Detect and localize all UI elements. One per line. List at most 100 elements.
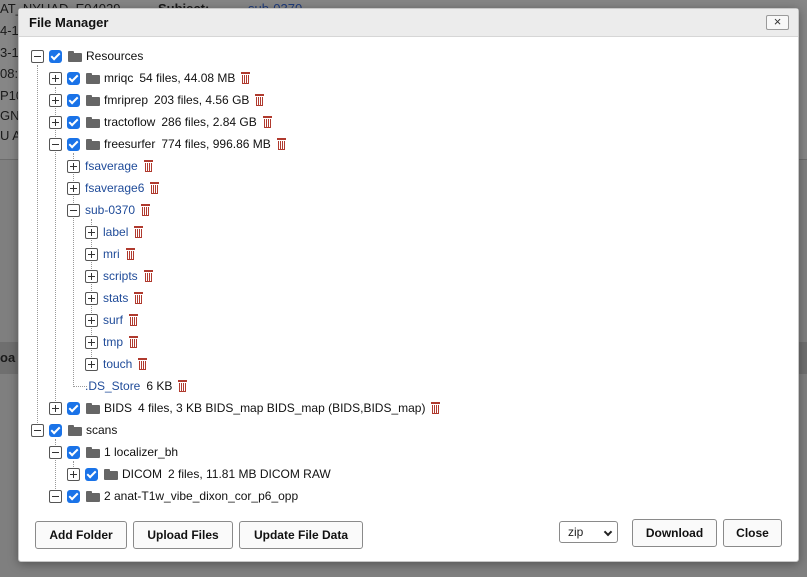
background-bar-text: oa xyxy=(0,350,16,365)
scans-checkbox[interactable] xyxy=(49,423,62,437)
node-label: 2 anat-T1w_vibe_dixon_cor_p6_opp xyxy=(104,489,299,503)
node-link[interactable]: stats xyxy=(103,291,128,305)
format-select-value: zip xyxy=(568,525,584,539)
expand-icon[interactable] xyxy=(49,401,62,415)
collapse-icon[interactable] xyxy=(49,137,62,151)
fmriprep-checkbox[interactable] xyxy=(67,93,80,107)
background-line: 3-1 xyxy=(0,45,19,60)
node-link[interactable]: touch xyxy=(103,357,132,371)
trash-icon[interactable] xyxy=(140,204,151,216)
expand-icon[interactable] xyxy=(85,291,98,305)
node-label: 1 localizer_bh xyxy=(104,445,179,459)
node-meta: 286 files, 2.84 GB xyxy=(161,115,257,129)
node-link[interactable]: surf xyxy=(103,313,123,327)
scan-2-checkbox[interactable] xyxy=(67,489,80,503)
tree-node-label: label xyxy=(85,223,144,241)
expand-icon[interactable] xyxy=(67,181,80,195)
trash-icon[interactable] xyxy=(254,94,265,106)
trash-icon[interactable] xyxy=(430,402,441,414)
file-manager-dialog: File Manager × Resources mriqc 54 files,… xyxy=(18,8,799,562)
upload-files-button[interactable]: Upload Files xyxy=(133,521,233,549)
folder-icon xyxy=(86,402,100,414)
node-link[interactable]: scripts xyxy=(103,269,138,283)
expand-icon[interactable] xyxy=(85,247,98,261)
trash-icon[interactable] xyxy=(133,226,144,238)
file-link[interactable]: .DS_Store xyxy=(85,379,140,393)
folder-icon xyxy=(86,446,100,458)
node-label: fmriprep xyxy=(104,93,149,107)
tree-node-tmp: tmp xyxy=(85,333,139,351)
add-folder-button[interactable]: Add Folder xyxy=(35,521,127,549)
expand-icon[interactable] xyxy=(49,71,62,85)
node-link[interactable]: fsaverage xyxy=(85,159,138,173)
node-label: freesurfer xyxy=(104,137,156,151)
expand-icon[interactable] xyxy=(85,357,98,371)
freesurfer-checkbox[interactable] xyxy=(67,137,80,151)
tree-node-fmriprep: fmriprep 203 files, 4.56 GB xyxy=(49,91,265,109)
node-meta: 6 KB xyxy=(146,379,173,393)
tree-node-mriqc: mriqc 54 files, 44.08 MB xyxy=(49,69,251,87)
format-select[interactable]: zip xyxy=(559,521,618,543)
dicom-checkbox[interactable] xyxy=(85,467,98,481)
trash-icon[interactable] xyxy=(125,248,136,260)
node-link[interactable]: mri xyxy=(103,247,120,261)
trash-icon[interactable] xyxy=(177,380,188,392)
expand-icon[interactable] xyxy=(85,269,98,283)
trash-icon[interactable] xyxy=(262,116,273,128)
trash-icon[interactable] xyxy=(276,138,287,150)
expand-icon[interactable] xyxy=(67,159,80,173)
collapse-icon[interactable] xyxy=(31,423,44,437)
expand-icon[interactable] xyxy=(85,335,98,349)
expand-icon[interactable] xyxy=(67,467,80,481)
trash-icon[interactable] xyxy=(133,292,144,304)
chevron-down-icon xyxy=(603,527,613,537)
folder-icon xyxy=(68,50,82,62)
folder-icon xyxy=(86,72,100,84)
trash-icon[interactable] xyxy=(137,358,148,370)
download-button[interactable]: Download xyxy=(632,519,717,547)
bids-checkbox[interactable] xyxy=(67,401,80,415)
mriqc-checkbox[interactable] xyxy=(67,71,80,85)
node-label: BIDS xyxy=(104,401,133,415)
tree-connector xyxy=(37,65,38,437)
collapse-icon[interactable] xyxy=(67,203,80,217)
tractoflow-checkbox[interactable] xyxy=(67,115,80,129)
background-line: 4-1 xyxy=(0,23,19,38)
collapse-icon[interactable] xyxy=(31,49,44,63)
expand-icon[interactable] xyxy=(85,225,98,239)
folder-icon xyxy=(86,94,100,106)
tree-node-resources: Resources xyxy=(31,47,143,65)
expand-icon[interactable] xyxy=(49,93,62,107)
trash-icon[interactable] xyxy=(143,270,154,282)
tree-node-bids: BIDS 4 files, 3 KB BIDS_map BIDS_map (BI… xyxy=(49,399,441,417)
update-file-data-button[interactable]: Update File Data xyxy=(239,521,363,549)
node-link[interactable]: label xyxy=(103,225,128,239)
trash-icon[interactable] xyxy=(240,72,251,84)
collapse-icon[interactable] xyxy=(49,489,62,503)
node-link[interactable]: fsaverage6 xyxy=(85,181,144,195)
tree-node-fsaverage: fsaverage xyxy=(67,157,154,175)
expand-icon[interactable] xyxy=(85,313,98,327)
tree-node-sub: sub-0370 xyxy=(67,201,151,219)
scan-1-checkbox[interactable] xyxy=(67,445,80,459)
expand-icon[interactable] xyxy=(49,115,62,129)
folder-icon xyxy=(86,116,100,128)
trash-icon[interactable] xyxy=(128,314,139,326)
tree-node-ds-store: .DS_Store 6 KB xyxy=(85,377,188,395)
node-link[interactable]: tmp xyxy=(103,335,123,349)
node-meta: 54 files, 44.08 MB xyxy=(139,71,236,85)
trash-icon[interactable] xyxy=(128,336,139,348)
collapse-icon[interactable] xyxy=(49,445,62,459)
file-tree: Resources mriqc 54 files, 44.08 MB fmrip… xyxy=(19,9,798,561)
resources-checkbox[interactable] xyxy=(49,49,62,63)
trash-icon[interactable] xyxy=(149,182,160,194)
close-button[interactable]: Close xyxy=(723,519,782,547)
trash-icon[interactable] xyxy=(143,160,154,172)
node-label: mriqc xyxy=(104,71,134,85)
node-label: tractoflow xyxy=(104,115,156,129)
node-label: Resources xyxy=(86,49,144,63)
node-meta: 203 files, 4.56 GB xyxy=(154,93,250,107)
folder-icon xyxy=(104,468,118,480)
tree-node-dicom: DICOM 2 files, 11.81 MB DICOM RAW xyxy=(67,465,331,483)
node-link[interactable]: sub-0370 xyxy=(85,203,135,217)
